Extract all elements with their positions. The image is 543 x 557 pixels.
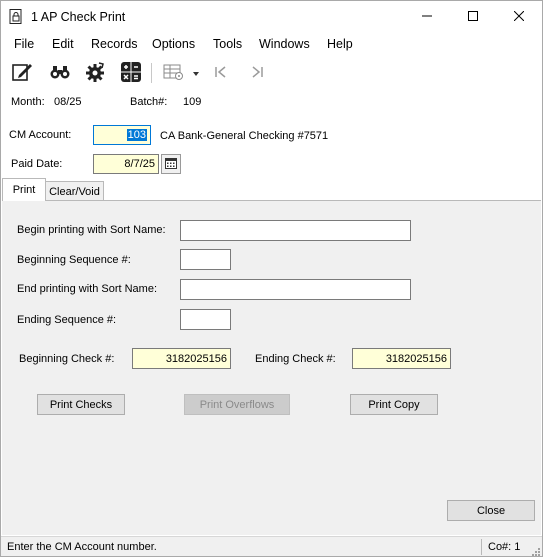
begin-sequence-input[interactable]: [180, 249, 231, 270]
first-record-icon: [213, 64, 229, 83]
menu-bar: File Edit Records Options Tools Windows …: [1, 33, 542, 55]
paid-date-value: 8/7/25: [124, 158, 155, 170]
last-record-button[interactable]: [245, 61, 269, 85]
month-label: Month:: [11, 96, 45, 108]
menu-file[interactable]: File: [14, 37, 34, 51]
settings-button[interactable]: [83, 61, 107, 85]
edit-checklist-icon: [11, 61, 33, 86]
calculator-icon: [120, 61, 142, 86]
begin-sort-name-label: Begin printing with Sort Name:: [17, 224, 166, 236]
print-checks-label: Print Checks: [49, 398, 113, 411]
menu-windows[interactable]: Windows: [259, 37, 310, 51]
settings-gear-icon: [84, 61, 106, 86]
month-value: 08/25: [54, 96, 82, 108]
menu-edit[interactable]: Edit: [52, 37, 74, 51]
menu-tools[interactable]: Tools: [213, 37, 242, 51]
cm-account-value: 103: [126, 129, 147, 141]
menu-help[interactable]: Help: [327, 37, 353, 51]
status-message: Enter the CM Account number.: [7, 541, 157, 553]
status-separator: [481, 539, 482, 555]
tab-print[interactable]: Print: [2, 178, 46, 201]
ending-check-label: Ending Check #:: [255, 353, 336, 365]
calendar-icon: [165, 157, 177, 172]
grid-options-dropdown[interactable]: [189, 61, 203, 85]
resize-grip-icon[interactable]: [531, 546, 541, 556]
batch-value: 109: [183, 96, 202, 108]
ending-check-input[interactable]: 3182025156: [352, 348, 451, 369]
calendar-button[interactable]: [161, 154, 181, 174]
binoculars-icon: [49, 61, 71, 86]
grid-options-icon: [163, 62, 185, 85]
beginning-check-label: Beginning Check #:: [19, 353, 115, 365]
minimize-button[interactable]: [404, 1, 450, 33]
minimize-icon: [422, 10, 432, 24]
end-sequence-label: Ending Sequence #:: [17, 314, 117, 326]
print-checks-button[interactable]: Print Checks: [37, 394, 125, 415]
cm-account-label: CM Account:: [9, 129, 72, 141]
print-overflows-button[interactable]: Print Overflows: [184, 394, 290, 415]
document-lock-icon: [9, 9, 23, 25]
print-copy-label: Print Copy: [368, 398, 420, 411]
menu-records[interactable]: Records: [91, 37, 138, 51]
paid-date-label: Paid Date:: [11, 158, 63, 170]
print-overflows-label: Print Overflows: [199, 398, 275, 411]
find-button[interactable]: [48, 61, 72, 85]
begin-sort-name-input[interactable]: [180, 220, 411, 241]
print-tab-panel: Begin printing with Sort Name: Beginning…: [2, 200, 541, 535]
tab-clear-void-label: Clear/Void: [49, 185, 100, 198]
cm-account-description: CA Bank-General Checking #7571: [160, 130, 329, 142]
beginning-check-value: 3182025156: [165, 352, 227, 365]
maximize-icon: [468, 10, 478, 24]
maximize-button[interactable]: [450, 1, 496, 33]
end-sort-name-input[interactable]: [180, 279, 411, 300]
edit-button[interactable]: [10, 61, 34, 85]
tab-print-label: Print: [12, 184, 36, 196]
first-record-button[interactable]: [209, 61, 233, 85]
close-window-button[interactable]: [496, 1, 542, 33]
status-bar: Enter the CM Account number. Co#: 1: [1, 536, 542, 556]
end-sequence-input[interactable]: [180, 309, 231, 330]
toolbar: [1, 57, 542, 89]
batch-label: Batch#:: [130, 96, 168, 108]
last-record-icon: [249, 64, 265, 83]
app-window: 1 AP Check Print File Edit Records Optio…: [0, 0, 543, 557]
begin-sequence-label: Beginning Sequence #:: [17, 254, 131, 266]
grid-options-button[interactable]: [161, 61, 187, 85]
close-icon: [513, 10, 525, 24]
paid-date-input[interactable]: 8/7/25: [93, 154, 159, 174]
close-button[interactable]: Close: [447, 500, 535, 521]
menu-options[interactable]: Options: [152, 37, 195, 51]
close-button-label: Close: [476, 504, 506, 517]
end-sort-name-label: End printing with Sort Name:: [17, 283, 158, 295]
print-copy-button[interactable]: Print Copy: [350, 394, 438, 415]
beginning-check-input[interactable]: 3182025156: [132, 348, 231, 369]
toolbar-separator: [151, 63, 152, 83]
company-number: Co#: 1: [488, 541, 521, 553]
title-bar: 1 AP Check Print: [1, 1, 542, 33]
ending-check-value: 3182025156: [385, 352, 447, 365]
cm-account-input[interactable]: 103: [93, 125, 151, 145]
tab-clear-void[interactable]: Clear/Void: [45, 181, 104, 201]
dropdown-arrow-icon: [192, 66, 200, 80]
calculator-button[interactable]: [119, 61, 143, 85]
window-title: 1 AP Check Print: [31, 10, 126, 24]
